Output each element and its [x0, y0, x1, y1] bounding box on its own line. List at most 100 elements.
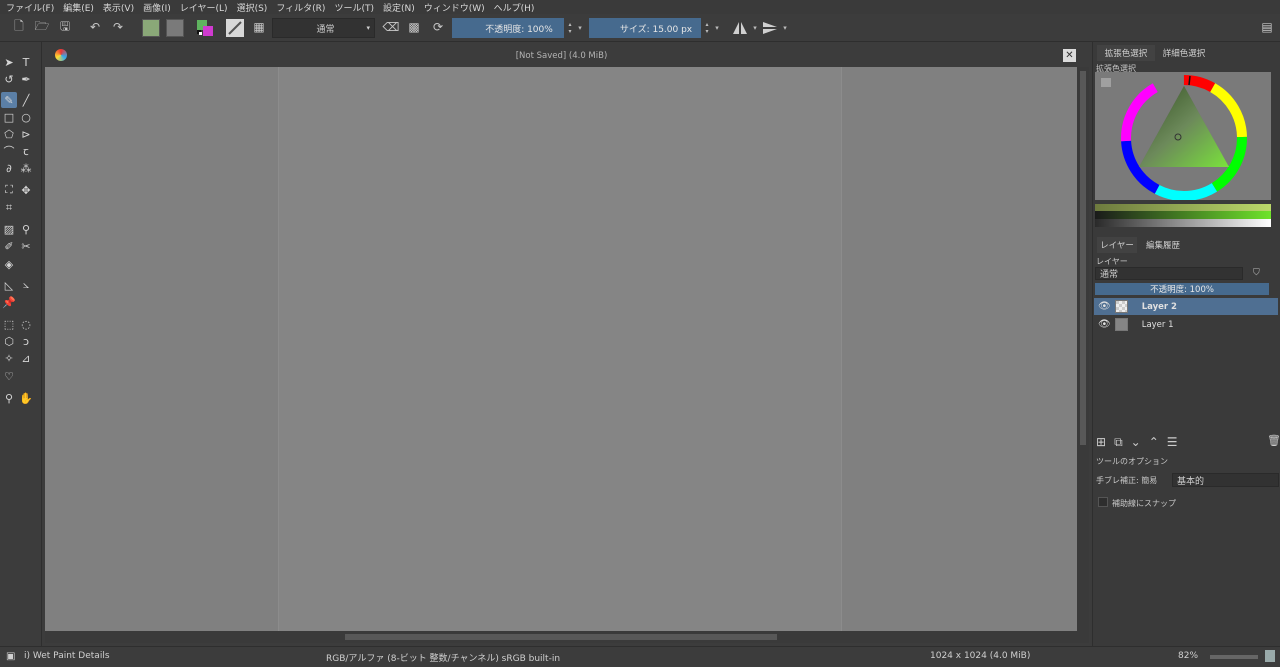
foreground-color-swatch[interactable] [142, 18, 160, 38]
menu-tools[interactable]: ツール(T) [334, 1, 374, 14]
duplicate-layer-icon[interactable]: ⧉ [1114, 435, 1131, 449]
freehand-select-icon[interactable]: ↄ [18, 333, 34, 349]
freehand-path-icon[interactable]: ꞇ [18, 143, 34, 159]
reload-preset-icon[interactable]: ⟳ [429, 18, 447, 36]
color-picker-icon[interactable]: ⚲ [18, 221, 34, 237]
save-icon[interactable]: 🖫 [56, 18, 74, 36]
layer-properties-icon[interactable]: ☰ [1167, 435, 1186, 449]
delete-layer-icon[interactable]: 🗑 [1267, 434, 1280, 447]
zoom-slider[interactable] [1210, 655, 1258, 659]
menu-settings[interactable]: 設定(N) [383, 1, 415, 14]
chevron-down-icon[interactable]: ▾ [781, 18, 789, 38]
fill-tool-icon[interactable]: ◈ [1, 256, 17, 272]
chevron-down-icon[interactable]: ▾ [576, 18, 584, 38]
chevron-down-icon[interactable]: ▾ [751, 18, 759, 38]
open-folder-icon[interactable]: 🗁 [33, 18, 51, 36]
hue-wheel-icon[interactable] [1095, 72, 1271, 201]
crop-tool-icon[interactable]: ⌗ [1, 200, 17, 216]
menu-filter[interactable]: フィルタ(R) [276, 1, 325, 14]
text-tool-icon[interactable]: T [18, 54, 34, 70]
bezier-tool-icon[interactable]: ⌒ [1, 143, 17, 159]
preserve-alpha-icon[interactable]: ▩ [405, 18, 423, 36]
reference-tool-icon[interactable]: 📌 [1, 294, 17, 310]
eye-icon[interactable]: 👁 [1098, 319, 1111, 330]
smart-patch-icon[interactable]: ✂ [18, 238, 34, 254]
calligraphy-icon[interactable]: ✒ [18, 71, 34, 87]
rect-select-icon[interactable]: ⬚ [1, 316, 17, 332]
bezier-select-icon[interactable]: ♡ [1, 368, 17, 384]
tab-specific-color-selector[interactable]: 詳細色選択 [1155, 45, 1213, 61]
size-spinner[interactable]: ▴ ▾ [703, 18, 711, 38]
layer-row[interactable]: 👁 Layer 2 [1094, 298, 1278, 315]
freehand-brush-icon[interactable]: ✎ [1, 92, 17, 108]
blend-mode-select[interactable]: 通常 ▾ [272, 18, 375, 38]
snap-checkbox[interactable] [1098, 497, 1108, 507]
gradient-tool-icon[interactable]: ▨ [1, 221, 17, 237]
eye-icon[interactable]: 👁 [1098, 301, 1111, 312]
layer-row[interactable]: 👁 Layer 1 [1094, 316, 1278, 333]
ellipse-tool-icon[interactable]: ○ [18, 109, 34, 125]
size-slider[interactable]: サイズ: 15.00 px [589, 18, 701, 38]
ellipse-select-icon[interactable]: ◌ [18, 316, 34, 332]
polyline-tool-icon[interactable]: ⊳ [18, 126, 34, 142]
colorize-mask-icon[interactable]: ✐ [1, 238, 17, 254]
brush-preset-icon[interactable] [226, 18, 244, 38]
contiguous-select-icon[interactable]: ✧ [1, 350, 17, 366]
scrollbar-thumb[interactable] [1080, 71, 1086, 445]
mirror-horizontal-icon[interactable] [731, 18, 749, 38]
menu-image[interactable]: 画像(I) [143, 1, 171, 14]
canvas[interactable] [45, 67, 1077, 631]
vertical-scrollbar[interactable] [1077, 67, 1089, 631]
select-shapes-icon[interactable]: ➤ [1, 54, 17, 70]
chevron-down-icon[interactable]: ▾ [713, 18, 721, 38]
menu-edit[interactable]: 編集(E) [63, 1, 94, 14]
mirror-vertical-icon[interactable] [761, 18, 779, 38]
measure-tool-icon[interactable]: ⦣ [18, 277, 34, 293]
menu-help[interactable]: ヘルプ(H) [494, 1, 535, 14]
layer-blend-select[interactable]: 通常 [1095, 267, 1243, 280]
menu-select[interactable]: 選択(S) [237, 1, 268, 14]
color-pair-icon[interactable] [196, 18, 214, 38]
background-color-swatch[interactable] [166, 18, 184, 38]
opacity-slider[interactable]: 不透明度: 100% [452, 18, 564, 38]
tab-undo-history[interactable]: 編集履歴 [1141, 237, 1185, 253]
tab-advanced-color-selector[interactable]: 拡張色選択 [1097, 45, 1155, 61]
assistant-tool-icon[interactable]: ◺ [1, 277, 17, 293]
scrollbar-thumb[interactable] [345, 634, 777, 640]
menu-file[interactable]: ファイル(F) [6, 1, 54, 14]
redo-icon[interactable]: ↷ [109, 18, 127, 36]
multibrush-icon[interactable]: ⁂ [18, 160, 34, 176]
workspace-icon[interactable]: ▤ [1258, 18, 1276, 36]
pan-tool-icon[interactable]: ✋ [18, 390, 34, 406]
eraser-icon[interactable]: ⌫ [382, 18, 400, 36]
menu-layer[interactable]: レイヤー(L) [180, 1, 228, 14]
undo-icon[interactable]: ↶ [86, 18, 104, 36]
transform-tool-icon[interactable]: ⛶ [1, 182, 17, 198]
document-page[interactable] [278, 67, 842, 631]
filter-icon[interactable]: ⛉ [1253, 268, 1260, 278]
layer-opacity-slider[interactable]: 不透明度: 100% [1095, 283, 1269, 295]
similar-select-icon[interactable]: ⊿ [18, 350, 34, 366]
move-layer-down-icon[interactable]: ⌄ [1131, 435, 1149, 449]
close-icon[interactable]: ✕ [1063, 49, 1076, 62]
pattern-grid-icon[interactable]: ▦ [250, 18, 268, 36]
tab-layers[interactable]: レイヤー [1097, 237, 1137, 253]
color-selector[interactable] [1095, 72, 1271, 201]
menu-window[interactable]: ウィンドウ(W) [424, 1, 485, 14]
color-history-bars[interactable] [1095, 204, 1271, 228]
dynamic-brush-icon[interactable]: ∂ [1, 160, 17, 176]
add-layer-icon[interactable]: ⊞ [1096, 435, 1114, 449]
line-tool-icon[interactable]: ╱ [18, 92, 34, 108]
stabilizer-select[interactable]: 基本的 [1172, 473, 1279, 487]
new-document-icon[interactable]: 🗋 [10, 18, 28, 36]
zoom-tool-icon[interactable]: ⚲ [1, 390, 17, 406]
opacity-spinner[interactable]: ▴ ▾ [566, 18, 574, 38]
brush-preset-status-icon[interactable]: ▣ [6, 651, 15, 662]
polygon-select-icon[interactable]: ⬡ [1, 333, 17, 349]
menu-view[interactable]: 表示(V) [103, 1, 134, 14]
move-layer-up-icon[interactable]: ⌃ [1149, 435, 1167, 449]
edit-shapes-icon[interactable]: ↺ [1, 71, 17, 87]
fullscreen-icon[interactable] [1265, 650, 1275, 662]
horizontal-scrollbar[interactable] [45, 631, 1089, 643]
polygon-tool-icon[interactable]: ⬠ [1, 126, 17, 142]
